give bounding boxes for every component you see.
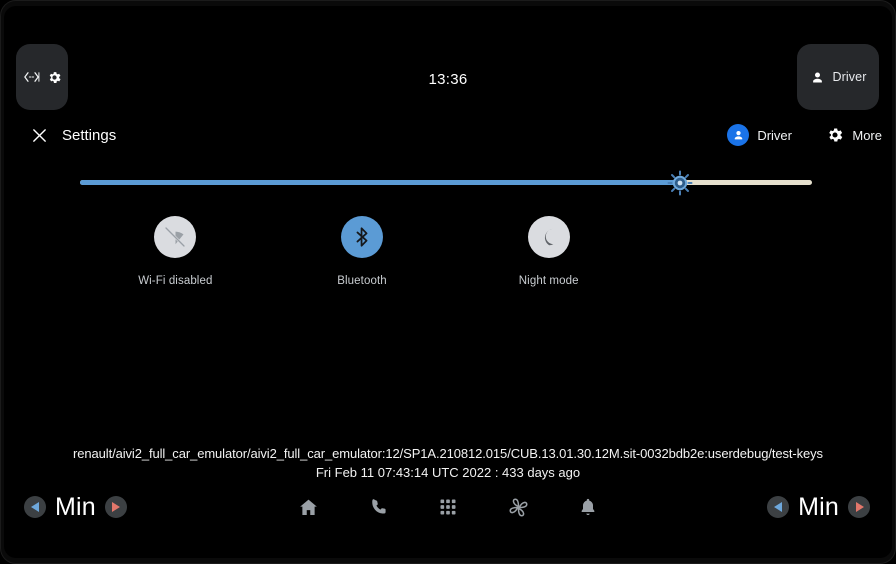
- nav-bar: Min Min: [4, 484, 892, 530]
- tile-night-mode[interactable]: Night mode: [455, 216, 642, 306]
- tile-bluetooth[interactable]: Bluetooth: [269, 216, 456, 306]
- build-fingerprint: renault/aivi2_full_car_emulator/aivi2_fu…: [73, 446, 823, 461]
- code-arrows-icon[interactable]: [23, 70, 40, 84]
- brightness-slider-fill: [80, 180, 681, 185]
- account-circle-icon: [727, 124, 750, 146]
- brightness-slider-row: [4, 166, 892, 200]
- passenger-temperature-value: Min: [798, 492, 839, 521]
- triangle-left-icon[interactable]: [767, 496, 790, 518]
- bluetooth-icon[interactable]: [341, 216, 383, 258]
- status-bar-left-chip[interactable]: [16, 44, 68, 110]
- tile-wifi[interactable]: Wi-Fi disabled: [82, 216, 269, 306]
- status-bar-user-chip[interactable]: Driver: [797, 44, 879, 110]
- wifi-off-icon[interactable]: [154, 216, 197, 258]
- tile-wifi-label: Wi-Fi disabled: [138, 275, 213, 287]
- quick-settings-tiles: Wi-Fi disabled Bluetooth Night mode: [82, 216, 642, 306]
- screen-content: 13:36 Driver Settings Driver More Wi-Fi …: [4, 6, 892, 558]
- gear-icon: [826, 126, 844, 144]
- tile-night-mode-label: Night mode: [518, 275, 579, 287]
- build-info: renault/aivi2_full_car_emulator/aivi2_fu…: [4, 446, 892, 480]
- nav-bar-icons: [4, 484, 892, 530]
- user-switch-button[interactable]: Driver: [727, 114, 792, 156]
- tile-bluetooth-label: Bluetooth: [337, 275, 387, 287]
- moon-icon[interactable]: [527, 216, 570, 258]
- more-settings-label: More: [852, 127, 882, 143]
- page-title: Settings: [62, 126, 117, 144]
- user-switch-label: Driver: [757, 127, 792, 143]
- person-icon: [810, 70, 825, 85]
- brightness-slider[interactable]: [80, 170, 812, 195]
- status-bar-clock: 13:36: [428, 70, 468, 88]
- gear-icon[interactable]: [47, 70, 62, 85]
- status-bar: 13:36 Driver: [4, 36, 892, 122]
- app-grid-icon[interactable]: [431, 490, 465, 524]
- fan-icon[interactable]: [501, 490, 535, 524]
- home-icon[interactable]: [291, 490, 325, 524]
- close-icon[interactable]: [24, 120, 54, 150]
- quick-settings-header: Settings Driver More: [4, 114, 892, 156]
- more-settings-button[interactable]: More: [826, 114, 882, 156]
- status-bar-user-label: Driver: [832, 70, 867, 84]
- build-date: Fri Feb 11 07:43:14 UTC 2022 : 433 days …: [315, 465, 581, 480]
- device-screen: 13:36 Driver Settings Driver More Wi-Fi …: [0, 0, 896, 564]
- brightness-icon[interactable]: [667, 170, 693, 196]
- phone-icon[interactable]: [361, 490, 395, 524]
- passenger-temperature-control: Min: [767, 484, 870, 530]
- bell-icon[interactable]: [571, 490, 605, 524]
- triangle-right-icon[interactable]: [848, 496, 870, 518]
